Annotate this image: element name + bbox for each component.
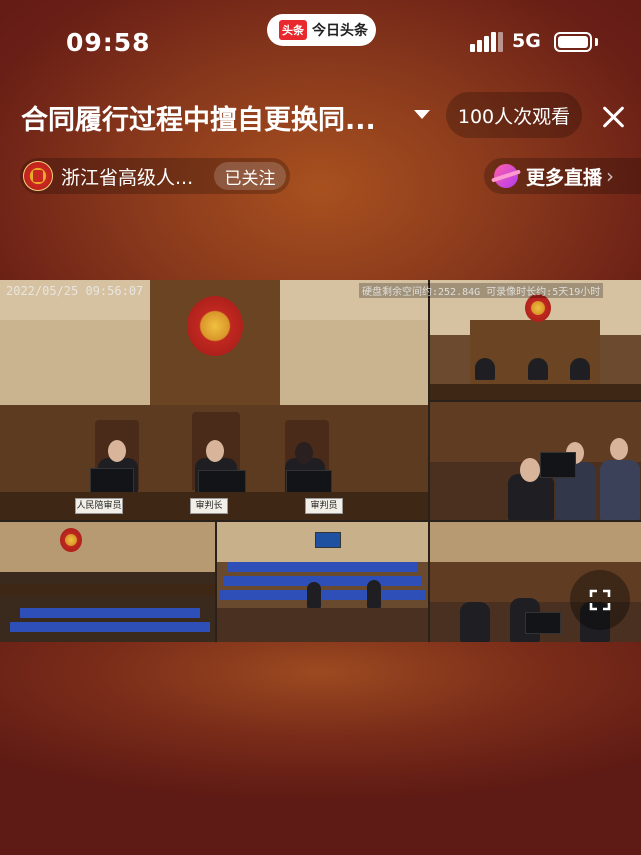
- network-type: 5G: [512, 30, 541, 52]
- live-video[interactable]: 人民陪审员 审判长 审判员 2022/05/25 09:56:07 硬盘剩余空间…: [0, 280, 641, 642]
- video-cell-gallery: [217, 522, 428, 642]
- fullscreen-icon: [589, 589, 611, 611]
- video-cell-prosecution: [430, 402, 641, 520]
- video-main-courtroom: 人民陪审员 审判长 审判员: [0, 280, 428, 520]
- viewer-count: 100人次观看: [446, 92, 582, 138]
- video-storage-info: 硬盘剩余空间约:252.84G 可录像时长约:5天19小时: [359, 283, 604, 298]
- signal-icon: [470, 30, 503, 52]
- battery-cap: [595, 38, 598, 46]
- nameplate-judge: 审判员: [305, 498, 343, 514]
- app-logo: 头条: [279, 20, 307, 40]
- live-title[interactable]: 合同履行过程中擅自更换同...: [21, 98, 376, 137]
- app-indicator[interactable]: 头条 今日头条: [267, 14, 376, 46]
- fullscreen-button[interactable]: [570, 570, 630, 630]
- background-glow: [0, 640, 641, 855]
- nameplate-juror: 人民陪审员: [75, 498, 123, 514]
- more-live-icon: [494, 164, 518, 188]
- nameplate-chief-judge: 审判长: [190, 498, 228, 514]
- close-icon[interactable]: [600, 104, 626, 130]
- video-timestamp: 2022/05/25 09:56:07: [6, 284, 144, 298]
- video-cell-bench: [430, 280, 641, 400]
- dropdown-icon[interactable]: [414, 110, 430, 119]
- more-live-label: 更多直播: [526, 166, 603, 189]
- status-time: 09:58: [66, 28, 151, 57]
- status-bar: 09:58 头条 今日头条 5G: [0, 0, 641, 90]
- app-name: 今日头条: [312, 23, 368, 39]
- more-live-button[interactable]: 更多直播 ›: [484, 158, 641, 194]
- channel-name: 浙江省高级人...: [61, 166, 194, 189]
- battery-icon: [554, 32, 592, 52]
- court-emblem-avatar: [23, 161, 53, 191]
- channel-info[interactable]: 浙江省高级人... 已关注: [20, 158, 290, 194]
- follow-button[interactable]: 已关注: [214, 162, 286, 190]
- chevron-right-icon: ›: [606, 164, 615, 188]
- national-emblem: [187, 296, 243, 356]
- live-header: 合同履行过程中擅自更换同... 100人次观看: [0, 92, 641, 140]
- video-cell-room-overview: [0, 522, 215, 642]
